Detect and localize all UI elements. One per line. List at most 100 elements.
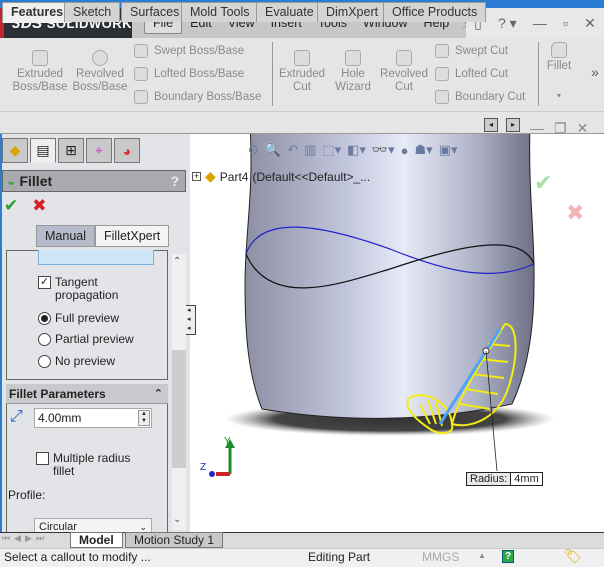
triad [209, 439, 235, 477]
view-settings-icon[interactable]: ▣▾ [439, 142, 458, 158]
label: Fillet [546, 60, 572, 72]
partial-preview-radio[interactable]: Partial preview [38, 333, 134, 346]
tab-features[interactable]: Features [2, 2, 73, 23]
minimize-button[interactable]: — [533, 15, 547, 31]
label: Tangent propagation [55, 275, 119, 302]
label: Lofted Cut [455, 68, 509, 80]
section-view-icon[interactable]: ▥ [304, 142, 316, 158]
radio[interactable] [38, 355, 51, 368]
swept-boss-button[interactable]: Swept Boss/Base [134, 44, 244, 58]
label: Boundary Cut [455, 91, 526, 103]
lofted-boss-button[interactable]: Lofted Boss/Base [134, 67, 244, 81]
units-dropdown-icon[interactable]: ▲ [478, 551, 486, 560]
radius-callout[interactable]: Radius: 4mm [466, 472, 543, 486]
callout-value[interactable]: 4mm [511, 473, 541, 485]
tab-evaluate[interactable]: Evaluate [256, 2, 323, 22]
tab-surfaces[interactable]: Surfaces [121, 2, 189, 22]
swept-cut-button[interactable]: Swept Cut [435, 44, 508, 58]
hide-show-icon[interactable]: 👓▾ [372, 142, 395, 158]
revolved-cut-button[interactable]: Revolved Cut [378, 50, 430, 94]
doc-minimize-button[interactable]: — [530, 120, 544, 137]
scroll-down-icon[interactable]: ⌄ [173, 514, 181, 525]
tab-motion-study[interactable]: Motion Study 1 [125, 532, 224, 548]
tab-office-products[interactable]: Office Products [383, 2, 487, 22]
doc-close-button[interactable]: ✕ [577, 120, 589, 137]
display-manager-tab[interactable]: ◕ [114, 138, 140, 163]
checkbox[interactable] [36, 452, 49, 465]
feature-tree-flyout[interactable]: + ◆ Part4 (Default<<Default>_... [192, 168, 370, 185]
property-manager-tab[interactable]: ▤ [30, 138, 56, 163]
tab-scroll-left-button[interactable]: ◂ [484, 118, 498, 132]
restore-button[interactable]: ▫ [563, 15, 568, 31]
display-icon: ◕ [122, 142, 132, 159]
tab-scroll-right-button[interactable]: ▸ [506, 118, 520, 132]
expand-icon[interactable]: + [192, 172, 201, 181]
window-controls: ▯ ? ▾ — ▫ ✕ [466, 8, 604, 38]
radius-input[interactable]: 4.00mm ▲ ▼ [34, 408, 152, 428]
tangent-propagation-checkbox[interactable]: ✓ Tangent propagation [38, 276, 118, 302]
feature-manager-tab[interactable]: ◆ [2, 138, 28, 163]
scroll-up-icon[interactable]: ⌃ [173, 256, 181, 267]
ribbon-separator [538, 42, 539, 106]
checkbox[interactable]: ✓ [38, 276, 51, 289]
zoom-to-area-icon[interactable]: 🔍 [265, 142, 281, 158]
ribbon-more-button[interactable]: » [588, 65, 602, 79]
help-status-icon[interactable]: ? [502, 550, 514, 563]
label: Swept Cut [455, 45, 509, 57]
view-orientation-icon[interactable]: ⬚▾ [322, 142, 341, 158]
dimxpert-manager-tab[interactable]: ⌖ [86, 138, 112, 163]
label: Wizard [335, 81, 371, 93]
label: Partial preview [55, 332, 134, 346]
filletxpert-tab[interactable]: FilletXpert [95, 225, 170, 247]
profile-label: Profile: [8, 488, 46, 502]
collapse-icon[interactable]: ⌃ [154, 384, 163, 404]
help-dropdown[interactable]: ? ▾ [498, 15, 517, 32]
radio-selected[interactable] [38, 312, 51, 325]
tab-dimxpert[interactable]: DimXpert [317, 2, 388, 22]
tab-sketch[interactable]: Sketch [64, 2, 121, 22]
tab-mold-tools[interactable]: Mold Tools [181, 2, 259, 22]
hole-wizard-button[interactable]: Hole Wizard [330, 50, 376, 94]
scene-icon[interactable]: ☗▾ [415, 142, 433, 158]
radius-spinner[interactable]: ▲ ▼ [138, 410, 150, 426]
fillet-dropdown-icon[interactable]: ▾ [542, 89, 576, 102]
scrollbar-thumb[interactable] [172, 350, 186, 468]
tab-model[interactable]: Model [70, 532, 123, 548]
zoom-to-fit-icon[interactable]: ⊙ [248, 142, 259, 158]
confirm-ok-icon[interactable]: ✔ [534, 170, 552, 196]
lofted-cut-button[interactable]: Lofted Cut [435, 67, 508, 81]
swept-icon [134, 44, 148, 58]
full-preview-radio[interactable]: Full preview [38, 312, 119, 325]
fillet-icon [551, 42, 567, 58]
close-button[interactable]: ✕ [584, 15, 596, 32]
units-indicator[interactable]: MMGS [422, 550, 459, 564]
ok-button[interactable]: ✔ [4, 196, 18, 216]
manual-tab[interactable]: Manual [36, 225, 95, 247]
label: Extruded [278, 68, 326, 80]
boundary-boss-button[interactable]: Boundary Boss/Base [134, 90, 261, 104]
fillet-parameters-header[interactable]: Fillet Parameters ⌃ [6, 384, 168, 404]
doc-restore-button[interactable]: ❐ [554, 120, 567, 137]
radio[interactable] [38, 333, 51, 346]
tag-icon[interactable]: 🏷 [564, 548, 582, 565]
edges-selection-box[interactable] [38, 250, 154, 265]
label: Swept Boss/Base [154, 45, 245, 57]
revolved-boss-button[interactable]: Revolved Boss/Base [72, 50, 128, 94]
property-manager-title: Fillet [19, 173, 53, 189]
extruded-cut-button[interactable]: Extruded Cut [276, 50, 328, 94]
help-icon[interactable]: ? [170, 173, 179, 189]
panel-collapse-handle[interactable]: ◂ ◂ ◂ [186, 305, 196, 335]
configuration-manager-tab[interactable]: ⊞ [58, 138, 84, 163]
appearance-icon[interactable]: ● [401, 143, 409, 158]
triad-z-label: Z [200, 462, 207, 473]
extruded-boss-button[interactable]: Extruded Boss/Base [10, 50, 70, 94]
tab-nav-arrows[interactable]: ⏮◀▶⏭ [2, 533, 48, 544]
previous-view-icon[interactable]: ↶ [287, 142, 298, 158]
cancel-button[interactable]: ✖ [32, 196, 46, 216]
no-preview-radio[interactable]: No preview [38, 355, 115, 368]
fillet-button[interactable]: Fillet ▾ [542, 42, 576, 102]
multiple-radius-checkbox[interactable]: Multiple radius fillet [36, 452, 130, 478]
boundary-cut-button[interactable]: Boundary Cut [435, 90, 525, 104]
confirm-cancel-icon[interactable]: ✖ [566, 200, 584, 226]
display-style-icon[interactable]: ◧▾ [347, 142, 366, 158]
